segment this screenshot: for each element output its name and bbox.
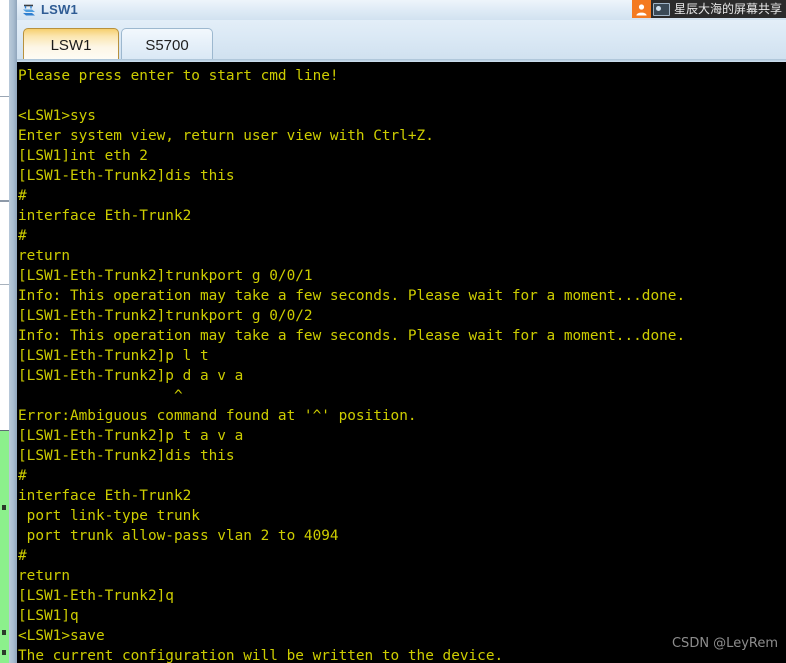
cli-line: [LSW1-Eth-Trunk2]q [18,588,174,604]
enterprise-switch-cli-window: LSW1 星辰大海的屏幕共享 LSW1 S5700 Please press e… [0,0,786,663]
tab-s5700-label: S5700 [145,37,189,54]
cli-line: return [18,248,70,264]
cli-line: [LSW1]q [18,608,79,624]
cli-line: ^ [18,388,183,404]
switch-icon [21,2,38,18]
tab-lsw1-label: LSW1 [50,37,92,54]
cli-terminal-output: Please press enter to start cmd line! <L… [18,66,786,663]
cli-line: return [18,568,70,584]
background-window-white [0,0,9,430]
background-fleck-3 [2,650,6,655]
tab-lsw1[interactable]: LSW1 [23,28,119,62]
background-window-green [0,430,9,663]
cli-line: [LSW1-Eth-Trunk2]p t a v a [18,428,244,444]
background-divider-1 [0,96,9,97]
screen-share-icon [652,2,670,16]
cli-line: Please press enter to start cmd line! [18,68,339,84]
cli-line: [LSW1]int eth 2 [18,148,148,164]
cli-line: [LSW1-Eth-Trunk2]dis this [18,448,235,464]
cli-line: [LSW1-Eth-Trunk2]trunkport g 0/0/2 [18,308,313,324]
background-fleck-1 [2,505,6,510]
cli-line: interface Eth-Trunk2 [18,488,192,504]
background-fleck-2 [2,630,6,635]
background-divider-3 [0,284,9,285]
cli-line: Enter system view, return user view with… [18,128,434,144]
tab-s5700[interactable]: S5700 [121,28,213,62]
background-desktop-sliver [0,0,9,663]
cli-line: # [18,548,27,564]
cli-line: <LSW1>save [18,628,105,644]
cli-line: # [18,228,27,244]
cli-terminal[interactable]: Please press enter to start cmd line! <L… [17,62,786,663]
cli-line: <LSW1>sys [18,108,96,124]
cli-line: [LSW1-Eth-Trunk2]p l t [18,348,209,364]
cli-line: [LSW1-Eth-Trunk2]trunkport g 0/0/1 [18,268,313,284]
cli-line: [LSW1-Eth-Trunk2]p d a v a [18,368,244,384]
cli-line: # [18,188,27,204]
cli-line: # [18,468,27,484]
cli-line: interface Eth-Trunk2 [18,208,192,224]
user-avatar-icon [631,0,651,18]
device-tab-strip: LSW1 S5700 [17,20,786,62]
cli-line: [LSW1-Eth-Trunk2]dis this [18,168,235,184]
window-left-edge [9,0,17,663]
cli-line: Error:Ambiguous command found at '^' pos… [18,408,417,424]
cli-line: Info: This operation may take a few seco… [18,328,686,344]
cli-line [18,86,786,106]
screen-share-body: 星辰大海的屏幕共享 [650,0,786,18]
cli-line: port link-type trunk [18,508,200,524]
screen-share-label: 星辰大海的屏幕共享 [673,2,782,16]
screen-share-overlay: 星辰大海的屏幕共享 [631,0,786,18]
cli-line: The current configuration will be writte… [18,648,504,663]
cli-line: Info: This operation may take a few seco… [18,288,686,304]
background-divider-4 [0,430,9,431]
window-title: LSW1 [41,2,78,17]
csdn-watermark: CSDN @LeyRem [671,636,778,651]
cli-line: port trunk allow-pass vlan 2 to 4094 [18,528,339,544]
background-divider-2 [0,200,9,202]
